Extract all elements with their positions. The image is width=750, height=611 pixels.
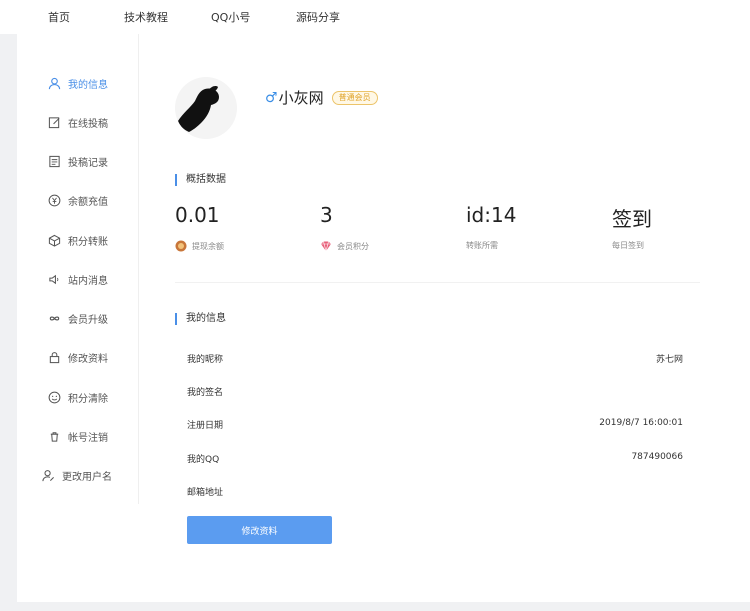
username: 小灰网 bbox=[278, 89, 324, 107]
smile-icon bbox=[47, 390, 61, 404]
info-value-qq: 787490066 bbox=[631, 452, 683, 462]
sidebar-item-label: 在线投稿 bbox=[68, 118, 108, 130]
sidebar-item-label: 更改用户名 bbox=[62, 471, 112, 483]
sidebar-item-label: 会员升级 bbox=[68, 314, 108, 326]
info-label-qq: 我的QQ bbox=[187, 455, 220, 465]
sidebar-item-submit[interactable]: 在线投稿 bbox=[47, 112, 108, 132]
sidebar-item-label: 我的信息 bbox=[68, 79, 108, 91]
sidebar-item-label: 投稿记录 bbox=[68, 157, 108, 169]
checkin-button[interactable]: 签到 bbox=[612, 203, 652, 232]
info-value-register-date: 2019/8/7 16:00:01 bbox=[599, 418, 683, 428]
sidebar-item-transfer[interactable]: 积分转账 bbox=[47, 230, 108, 250]
nav-qq-accounts[interactable]: QQ小号 bbox=[211, 9, 250, 25]
edit-icon bbox=[47, 115, 61, 129]
stat-points-label: 会员积分 bbox=[320, 240, 369, 252]
sidebar-item-label: 积分转账 bbox=[68, 236, 108, 248]
sidebar-item-change-username[interactable]: 更改用户名 bbox=[41, 465, 112, 485]
sidebar-item-clear-points[interactable]: 积分清除 bbox=[47, 387, 108, 407]
user-edit-icon bbox=[41, 468, 55, 482]
sidebar-item-label: 帐号注销 bbox=[68, 432, 108, 444]
speaker-icon bbox=[47, 272, 61, 286]
avatar-silhouette-icon bbox=[178, 86, 219, 132]
section-divider bbox=[175, 282, 700, 283]
sidebar-item-label: 站内消息 bbox=[68, 275, 108, 287]
trash-icon bbox=[47, 429, 61, 443]
nav-tutorials[interactable]: 技术教程 bbox=[124, 9, 168, 25]
sidebar-item-edit-profile[interactable]: 修改资料 bbox=[47, 347, 108, 367]
sidebar-item-label: 积分清除 bbox=[68, 393, 108, 405]
nav-source-share[interactable]: 源码分享 bbox=[296, 9, 340, 25]
info-label-nickname: 我的昵称 bbox=[187, 355, 224, 365]
nav-home[interactable]: 首页 bbox=[48, 9, 70, 25]
diamond-icon bbox=[320, 240, 332, 252]
edit-profile-button[interactable]: 修改资料 bbox=[187, 516, 332, 544]
cube-icon bbox=[47, 233, 61, 247]
stat-transfer-id-value: id:14 bbox=[466, 203, 517, 227]
myinfo-section-title: 我的信息 bbox=[175, 313, 226, 325]
info-value-nickname: 苏七网 bbox=[655, 355, 683, 365]
avatar[interactable] bbox=[175, 77, 237, 139]
overview-section-title: 概括数据 bbox=[175, 174, 226, 186]
stat-checkin-label: 每日签到 bbox=[612, 241, 644, 250]
top-navigation: 首页 技术教程 QQ小号 源码分享 bbox=[0, 0, 750, 34]
info-label-signature: 我的签名 bbox=[187, 388, 224, 398]
info-label-email: 邮箱地址 bbox=[187, 488, 224, 498]
sidebar-item-recharge[interactable]: 余额充值 bbox=[47, 190, 108, 210]
stat-balance-label: 提现余额 bbox=[175, 240, 224, 252]
sidebar-item-close-account[interactable]: 帐号注销 bbox=[47, 426, 108, 446]
sidebar-item-label: 余额充值 bbox=[68, 196, 108, 208]
info-label-register-date: 注册日期 bbox=[187, 421, 224, 431]
male-gender-icon: ♂ bbox=[265, 89, 278, 106]
stat-balance-value: 0.01 bbox=[175, 203, 220, 227]
sidebar-item-submit-history[interactable]: 投稿记录 bbox=[47, 151, 108, 171]
wallet-icon bbox=[175, 240, 187, 252]
sidebar-item-my-info[interactable]: 我的信息 bbox=[47, 73, 108, 93]
yen-icon bbox=[47, 193, 61, 207]
sidebar-item-messages[interactable]: 站内消息 bbox=[47, 269, 108, 289]
document-icon bbox=[47, 154, 61, 168]
content-panel: 我的信息 在线投稿 投稿记录 余额充值 积分转账 站内消息 会员升级 修改资料 … bbox=[17, 34, 750, 602]
stat-transfer-label: 转账所需 bbox=[466, 241, 498, 250]
stat-points-value: 3 bbox=[320, 203, 333, 227]
sidebar-item-label: 修改资料 bbox=[68, 353, 108, 365]
sidebar: 我的信息 在线投稿 投稿记录 余额充值 积分转账 站内消息 会员升级 修改资料 … bbox=[17, 34, 139, 504]
lock-icon bbox=[47, 350, 61, 364]
user-icon bbox=[47, 76, 61, 90]
member-level-badge: 普通会员 bbox=[331, 90, 378, 105]
sidebar-item-upgrade[interactable]: 会员升级 bbox=[47, 308, 108, 328]
infinity-icon bbox=[47, 311, 61, 325]
user-identity: ♂ 小灰网 普通会员 bbox=[265, 87, 378, 108]
